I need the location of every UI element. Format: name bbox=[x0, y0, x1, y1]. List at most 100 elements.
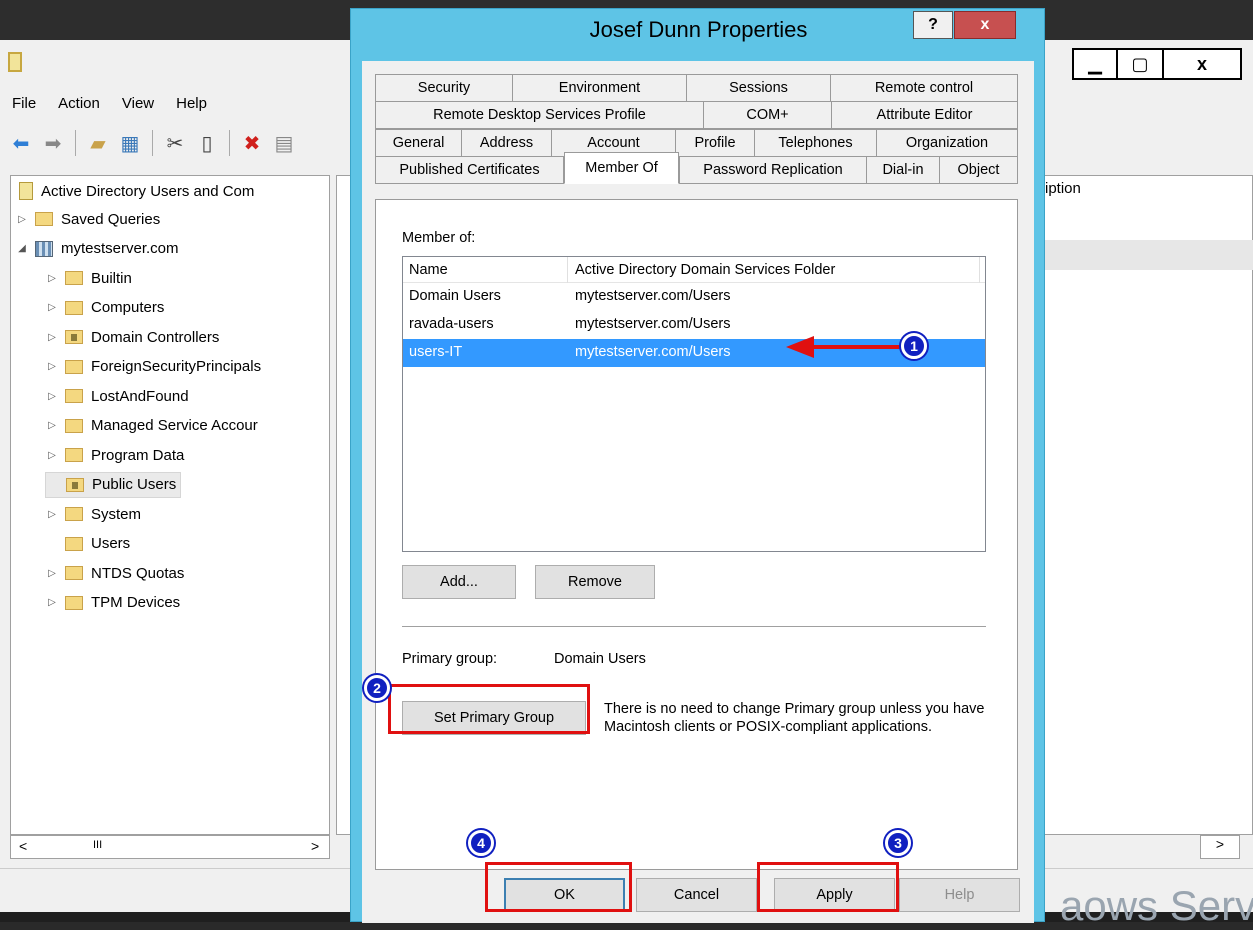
tree-item[interactable]: ▷ NTDS Quotas bbox=[45, 560, 184, 586]
menu-help[interactable]: Help bbox=[164, 92, 217, 118]
desktop-watermark: aows Serv bbox=[1060, 882, 1253, 929]
tab-telephones[interactable]: Telephones bbox=[754, 129, 877, 157]
menu-view[interactable]: View bbox=[110, 92, 164, 118]
expand-icon[interactable]: ▷ bbox=[45, 568, 59, 579]
primary-group-value: Domain Users bbox=[554, 651, 646, 667]
primary-group-label: Primary group: bbox=[402, 651, 498, 667]
maximize-icon[interactable]: ▢ bbox=[1116, 48, 1164, 80]
tree-item[interactable]: ▷ Managed Service Accour bbox=[45, 413, 258, 439]
tree-item[interactable]: ▷ System bbox=[45, 501, 141, 527]
tree-item-label: Builtin bbox=[91, 269, 132, 287]
column-header-folder[interactable]: Active Directory Domain Services Folder bbox=[575, 262, 835, 278]
tree-item-label: Domain Controllers bbox=[91, 328, 220, 346]
column-header-name[interactable]: Name bbox=[409, 262, 448, 278]
expand-icon[interactable]: ▷ bbox=[45, 509, 59, 520]
delete-icon[interactable]: ✖ bbox=[239, 130, 265, 156]
tree-item-label: ForeignSecurityPrincipals bbox=[91, 358, 262, 375]
tree-item[interactable]: ▷ LostAndFound bbox=[45, 383, 189, 409]
tab-organization[interactable]: Organization bbox=[876, 129, 1018, 157]
tab-com-plus[interactable]: COM+ bbox=[703, 101, 832, 129]
scroll-left-arrow[interactable]: < bbox=[19, 838, 27, 854]
tree-item[interactable]: ▷ Domain Controllers bbox=[45, 324, 219, 350]
step-badge-1: 1 bbox=[901, 333, 927, 359]
group-folder: mytestserver.com/Users bbox=[575, 316, 731, 332]
up-folder-icon[interactable]: ▰ bbox=[85, 130, 111, 156]
tree-item-label: TPM Devices bbox=[91, 594, 181, 611]
toolbar: ⬅ ➡ ▰ ▦ ✂ ▯ ✖ ▤ bbox=[0, 124, 297, 162]
expand-icon[interactable]: ▷ bbox=[45, 597, 59, 608]
properties-icon[interactable]: ▤ bbox=[271, 130, 297, 156]
tree-item[interactable]: Public Users bbox=[45, 471, 182, 498]
member-of-list[interactable]: Name Active Directory Domain Services Fo… bbox=[402, 256, 986, 552]
add-button[interactable]: Add... bbox=[402, 565, 516, 599]
tab-dial-in[interactable]: Dial-in bbox=[866, 156, 940, 184]
tree-item-label: LostAndFound bbox=[91, 387, 189, 405]
tab-object[interactable]: Object bbox=[939, 156, 1018, 184]
expand-icon[interactable]: ▷ bbox=[45, 302, 59, 313]
minimize-icon[interactable]: ▁ bbox=[1072, 48, 1118, 80]
tab-environment[interactable]: Environment bbox=[512, 74, 687, 102]
collapse-icon[interactable]: ◢ bbox=[15, 243, 29, 254]
tree-item-label: NTDS Quotas bbox=[91, 564, 185, 582]
tab-security[interactable]: Security bbox=[375, 74, 513, 102]
column-separator[interactable] bbox=[567, 257, 568, 283]
tree-item[interactable]: ▷ ForeignSecurityPrincipals bbox=[45, 354, 261, 380]
tab-profile[interactable]: Profile bbox=[675, 129, 755, 157]
cancel-button[interactable]: Cancel bbox=[636, 878, 757, 912]
tree-item-label: Public Users bbox=[92, 476, 177, 493]
tree-item-label: Users bbox=[91, 535, 131, 552]
highlight-ok bbox=[485, 862, 632, 912]
list-item[interactable]: Domain Users mytestserver.com/Users bbox=[403, 283, 985, 311]
tree-item-label: Managed Service Accour bbox=[91, 417, 258, 434]
expand-icon[interactable]: ▷ bbox=[45, 332, 59, 343]
tree-horizontal-scrollbar[interactable]: < III > bbox=[10, 835, 330, 859]
tree-item[interactable]: ▷ Computers bbox=[45, 295, 164, 321]
tab-sessions[interactable]: Sessions bbox=[686, 74, 831, 102]
tree-root[interactable]: Active Directory Users and Com bbox=[19, 178, 254, 204]
tab-remote-control[interactable]: Remote control bbox=[830, 74, 1018, 102]
description-column-header[interactable]: ription bbox=[1040, 180, 1081, 197]
scroll-thumb-grip[interactable]: III bbox=[93, 839, 102, 851]
close-window-button[interactable]: x bbox=[1162, 48, 1242, 80]
help-button[interactable]: Help bbox=[899, 878, 1020, 912]
tab-published-certificates[interactable]: Published Certificates bbox=[375, 156, 564, 184]
tab-member-of[interactable]: Member Of bbox=[564, 152, 679, 184]
tree-item-label: Saved Queries bbox=[61, 210, 161, 228]
show-console-tree-icon[interactable]: ▦ bbox=[117, 130, 143, 156]
back-arrow-icon[interactable]: ⬅ bbox=[8, 130, 34, 156]
expand-icon[interactable]: ▷ bbox=[45, 273, 59, 284]
tab-attribute-editor[interactable]: Attribute Editor bbox=[831, 101, 1018, 129]
column-separator[interactable] bbox=[979, 257, 980, 283]
tab-rds-profile[interactable]: Remote Desktop Services Profile bbox=[375, 101, 704, 129]
expand-icon[interactable]: ▷ bbox=[45, 420, 59, 431]
annotation-arrow bbox=[786, 336, 904, 358]
details-scroll-right-arrow[interactable]: > bbox=[1200, 835, 1240, 859]
folder-icon bbox=[65, 418, 83, 433]
remove-button[interactable]: Remove bbox=[535, 565, 655, 599]
tree-item[interactable]: ▷ Builtin bbox=[45, 265, 132, 291]
tree-item[interactable]: Users bbox=[45, 531, 130, 557]
tab-password-replication[interactable]: Password Replication bbox=[679, 156, 867, 184]
ad-root-icon bbox=[19, 182, 33, 200]
menu-file[interactable]: File bbox=[0, 92, 46, 118]
tree-item[interactable]: ▷ Program Data bbox=[45, 442, 184, 468]
tab-general[interactable]: General bbox=[375, 129, 462, 157]
tree-item[interactable]: ◢ mytestserver.com bbox=[15, 236, 178, 262]
paste-icon[interactable]: ▯ bbox=[194, 130, 220, 156]
close-dialog-button[interactable]: x bbox=[954, 11, 1016, 39]
forward-arrow-icon[interactable]: ➡ bbox=[40, 130, 66, 156]
scroll-right-arrow[interactable]: > bbox=[311, 838, 319, 854]
tree-item[interactable]: ▷ TPM Devices bbox=[45, 590, 180, 616]
folder-icon bbox=[65, 300, 83, 315]
folder-icon bbox=[65, 536, 83, 551]
expand-icon[interactable]: ▷ bbox=[15, 214, 29, 225]
expand-icon[interactable]: ▷ bbox=[45, 361, 59, 372]
folder-icon bbox=[65, 389, 83, 403]
expand-icon[interactable]: ▷ bbox=[45, 391, 59, 402]
expand-icon[interactable]: ▷ bbox=[45, 450, 59, 461]
menu-action[interactable]: Action bbox=[46, 92, 110, 118]
cut-icon[interactable]: ✂ bbox=[162, 130, 188, 156]
help-icon[interactable]: ? bbox=[913, 11, 953, 39]
tab-address[interactable]: Address bbox=[461, 129, 552, 157]
tree-item[interactable]: ▷ Saved Queries bbox=[15, 206, 160, 232]
